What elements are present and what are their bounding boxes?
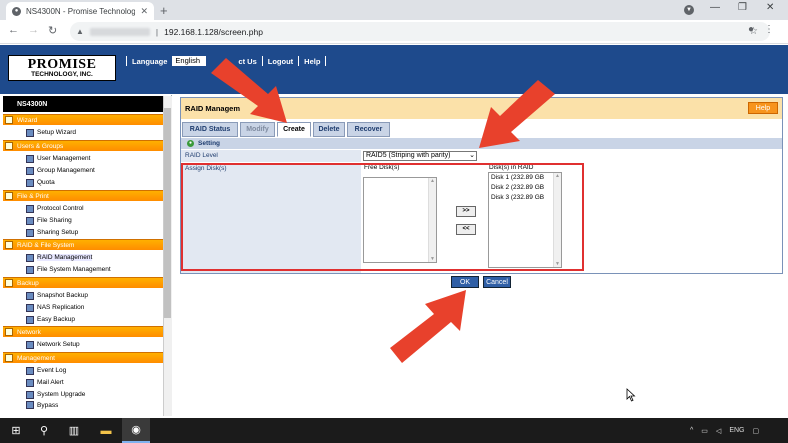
network-tray-icon[interactable]: ▭ xyxy=(701,427,708,435)
annotation-arrows xyxy=(211,58,555,363)
mouse-cursor-icon xyxy=(626,388,636,402)
windows-start-icon[interactable]: ⊞ xyxy=(2,418,30,443)
chrome-taskbar-icon[interactable]: ◉ xyxy=(122,418,150,443)
notifications-icon[interactable]: ▢ xyxy=(752,427,759,435)
arrow-to-ok-button xyxy=(390,290,466,363)
file-explorer-icon[interactable]: ▬ xyxy=(92,418,120,443)
input-language[interactable]: ENG xyxy=(729,427,744,434)
system-tray: ^ ▭ ◁ ENG ▢ xyxy=(690,418,759,443)
task-view-icon[interactable]: ▥ xyxy=(60,418,88,443)
search-icon[interactable]: ⚲ xyxy=(30,418,58,443)
arrow-to-create-tab xyxy=(211,58,287,123)
tray-chevron-icon[interactable]: ^ xyxy=(690,427,693,434)
volume-tray-icon[interactable]: ◁ xyxy=(716,427,721,435)
arrow-to-raid-level xyxy=(479,80,555,148)
